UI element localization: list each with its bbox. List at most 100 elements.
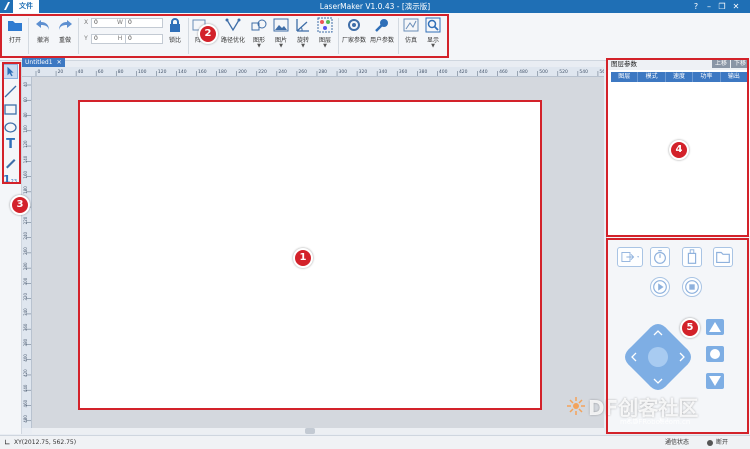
ellipse-tool-icon[interactable] <box>3 120 18 135</box>
ruler-tick-label: 100 <box>23 125 28 133</box>
dfrobot-logo-icon <box>567 397 585 415</box>
ruler-tick-label: 280 <box>23 262 28 270</box>
close-button[interactable]: ✕ <box>730 0 742 13</box>
user-params-label: 用户参数 <box>369 37 394 44</box>
display-button[interactable]: 显示 ▼ <box>423 17 443 49</box>
rotate-button[interactable]: 旋转 ▼ <box>293 17 313 49</box>
close-tab-icon[interactable]: ✕ <box>57 59 62 66</box>
column-header[interactable]: 功率 <box>693 72 721 82</box>
ruler-tick-label: 440 <box>479 69 488 75</box>
minimize-button[interactable]: – <box>703 0 715 13</box>
height-input[interactable]: 0 <box>125 34 163 44</box>
width-field[interactable]: W 0 <box>116 18 166 28</box>
z-up-icon[interactable] <box>706 319 724 335</box>
vertical-ruler: 4060801001201401601802002202402602803003… <box>22 77 32 428</box>
help-icon[interactable]: ? <box>690 0 702 13</box>
ruler-tick-label: 80 <box>23 112 28 118</box>
ruler-tick-label: 120 <box>23 140 28 148</box>
folder-icon[interactable] <box>713 247 733 267</box>
ruler-tick-label: 200 <box>238 69 247 75</box>
title-bar: 文件 LaserMaker V1.0.43 - [演示版] ? – ❐ ✕ <box>0 0 750 13</box>
user-params-button[interactable]: 用户参数 <box>369 17 395 44</box>
simulate-label: 仿真 <box>404 37 417 44</box>
ruler-tick-label: 220 <box>23 216 28 224</box>
ruler-tick-label: 480 <box>23 415 28 423</box>
frame-icon[interactable] <box>617 247 643 267</box>
ruler-tick-label: 160 <box>198 69 207 75</box>
line-tool-icon[interactable] <box>3 84 18 99</box>
column-header[interactable]: 输出 <box>721 72 749 82</box>
toolbar-separator <box>78 18 79 54</box>
move-up-button[interactable]: 上移 <box>712 60 731 68</box>
ruler-tick-label: 320 <box>23 293 28 301</box>
callout-4: 4 <box>669 140 689 160</box>
folder-icon <box>8 21 22 31</box>
column-header[interactable]: 图层 <box>611 72 639 82</box>
ruler-tick-label: 80 <box>118 69 124 75</box>
path-optimize-button[interactable]: 路径优化 <box>218 17 248 44</box>
select-tool-icon[interactable] <box>3 64 18 79</box>
pen-tool-icon[interactable] <box>3 155 18 170</box>
ruler-tick-label: 460 <box>499 69 508 75</box>
redo-button[interactable]: 重做 <box>55 17 75 44</box>
ruler-tick-label: 300 <box>23 277 28 285</box>
ruler-tick-label: 100 <box>138 69 147 75</box>
ruler-tick-label: 540 <box>579 69 588 75</box>
timer-icon[interactable] <box>650 247 670 267</box>
layer-panel-header: 图层参数 上移 下移 <box>607 58 750 70</box>
z-home-icon[interactable] <box>706 346 724 362</box>
image-button[interactable]: 图片 ▼ <box>271 17 291 49</box>
factory-params-button[interactable]: 厂家参数 <box>341 17 367 44</box>
layers-button[interactable]: 图层 ▼ <box>315 17 335 49</box>
horizontal-scrollbar[interactable] <box>32 428 604 434</box>
height-field[interactable]: H 0 <box>116 34 166 44</box>
move-down-button[interactable]: 下移 <box>731 60 750 68</box>
usb-icon[interactable] <box>682 247 702 267</box>
path-optimize-label: 路径优化 <box>220 37 245 44</box>
width-input[interactable]: 0 <box>125 18 163 28</box>
ruler-tick-label: 420 <box>459 69 468 75</box>
ruler-tick-label: 320 <box>359 69 368 75</box>
rectangle-tool-icon[interactable] <box>3 102 18 117</box>
ruler-tick-label: 480 <box>519 69 528 75</box>
open-button[interactable]: 打开 <box>4 17 26 44</box>
horizontal-ruler: 0 20 40 60 80 100 120 140 160 180 200 220 240 260 280 3… <box>22 67 604 77</box>
restore-button[interactable]: ❐ <box>716 0 728 13</box>
toolbar-separator <box>338 18 339 54</box>
text-tool-icon[interactable]: T <box>3 137 18 152</box>
undo-label: 撤消 <box>36 37 49 44</box>
lock-icon <box>170 18 180 32</box>
ruler-tick-label: 380 <box>419 69 428 75</box>
column-header[interactable]: 模式 <box>638 72 666 82</box>
column-header[interactable]: 速度 <box>666 72 694 82</box>
number-tool-sub: 23 <box>10 179 18 185</box>
shape-button[interactable]: 图形 ▼ <box>249 17 269 49</box>
ruler-tick-label: 360 <box>23 323 28 331</box>
scrollbar-thumb[interactable] <box>305 428 315 434</box>
disconnect-status[interactable]: 断开 <box>716 436 728 449</box>
drawing-toolbox: T 123 <box>0 62 22 434</box>
wrench-gear-icon <box>375 19 388 32</box>
layer-table-header: 图层 模式 速度 功率 输出 <box>611 72 749 82</box>
ruler-tick-label: 460 <box>23 399 28 407</box>
lock-ratio-button[interactable]: 锁比 <box>166 17 184 44</box>
watermark-text: DF创客社区 <box>588 396 699 420</box>
document-tab[interactable]: Untitled1 ✕ <box>22 58 65 67</box>
ruler-tick-label: 400 <box>23 354 28 362</box>
ruler-tick-label: 180 <box>23 186 28 194</box>
ruler-tick-label: 180 <box>218 69 227 75</box>
play-icon[interactable] <box>650 277 670 297</box>
rotate-icon <box>296 19 309 32</box>
status-bar: ∟ XY(2012.75, 562.75) 通信状态 断开 <box>0 435 750 449</box>
simulate-button[interactable]: 仿真 <box>401 17 421 44</box>
number-tool-main: 1 <box>3 173 11 186</box>
number-tool-icon[interactable]: 123 <box>3 172 18 187</box>
ruler-tick-label: 140 <box>23 155 28 163</box>
stop-icon[interactable] <box>682 277 702 297</box>
undo-button[interactable]: 撤消 <box>33 17 53 44</box>
chevron-down-icon: ▼ <box>279 43 283 49</box>
callout-1: 1 <box>293 248 313 268</box>
z-down-icon[interactable] <box>706 373 724 389</box>
redo-label: 重做 <box>58 37 71 44</box>
image-icon <box>273 18 289 32</box>
